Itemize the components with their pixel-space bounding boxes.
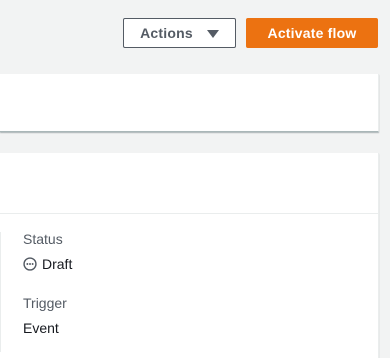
status-label: Status: [23, 231, 63, 247]
column-divider: [0, 232, 1, 352]
status-value: Draft: [23, 256, 72, 272]
activate-flow-label: Activate flow: [267, 25, 357, 41]
summary-panel: [0, 74, 379, 132]
actions-dropdown-button[interactable]: Actions: [123, 18, 236, 48]
pending-icon: [23, 257, 37, 271]
trigger-label: Trigger: [23, 295, 67, 311]
actions-button-label: Actions: [140, 25, 193, 41]
activate-flow-button[interactable]: Activate flow: [246, 18, 378, 48]
details-panel: Status Draft Trigger Event: [0, 153, 379, 358]
status-text: Draft: [42, 256, 73, 272]
trigger-value: Event: [23, 320, 59, 336]
caret-down-icon: [206, 30, 219, 38]
panel-header-divider: [0, 213, 378, 214]
